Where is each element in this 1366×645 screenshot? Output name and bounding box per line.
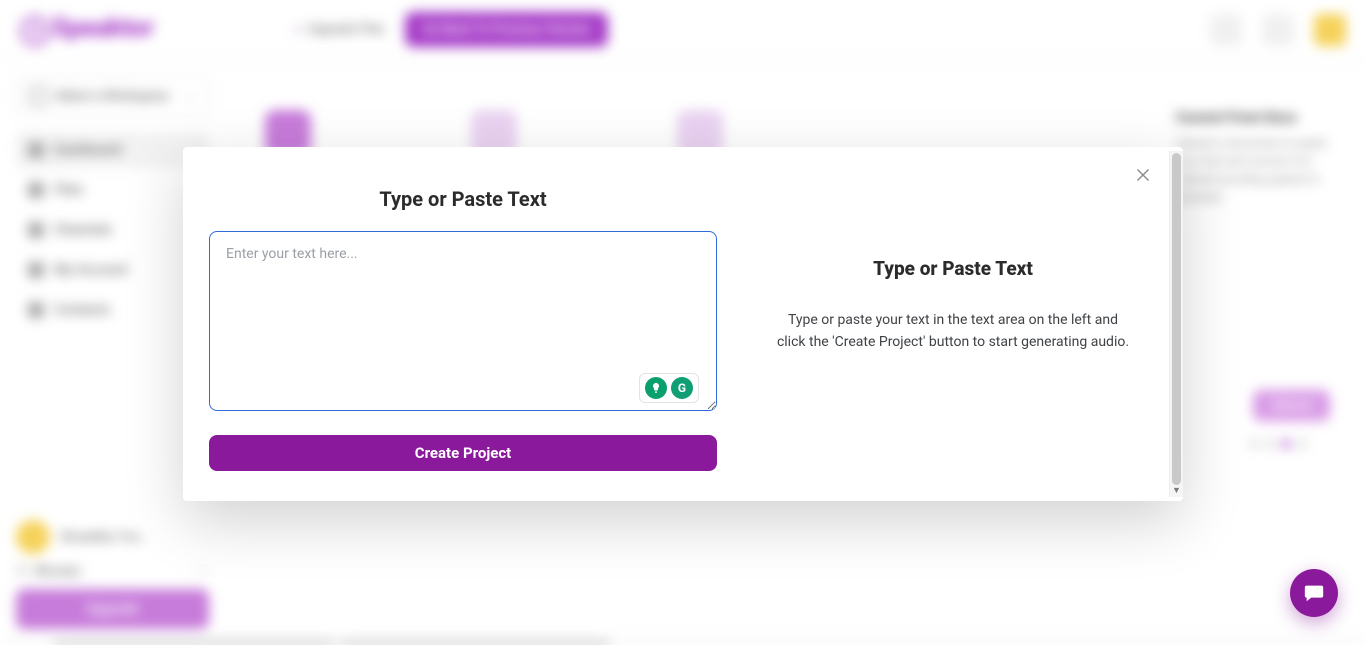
chat-fab[interactable] xyxy=(1290,569,1338,617)
modal-title: Type or Paste Text xyxy=(209,187,717,211)
close-icon[interactable] xyxy=(1133,165,1153,185)
modal-info-title: Type or Paste Text xyxy=(773,257,1133,280)
scrollbar-thumb[interactable] xyxy=(1172,153,1181,485)
modal-overlay: Type or Paste Text G Create Project Type… xyxy=(0,0,1366,645)
extension-badges: G xyxy=(639,373,699,403)
scroll-down-icon[interactable]: ▼ xyxy=(1170,483,1183,497)
create-project-button[interactable]: Create Project xyxy=(209,435,717,471)
modal-scrollbar[interactable]: ▼ xyxy=(1169,151,1183,497)
grammarly-icon[interactable]: G xyxy=(671,377,693,399)
chat-icon xyxy=(1303,582,1325,604)
modal-right-pane: Type or Paste Text Type or paste your te… xyxy=(743,147,1183,501)
type-paste-modal: Type or Paste Text G Create Project Type… xyxy=(183,147,1183,501)
hint-icon[interactable] xyxy=(645,377,667,399)
modal-info-desc: Type or paste your text in the text area… xyxy=(773,310,1133,353)
modal-left-pane: Type or Paste Text G Create Project xyxy=(183,147,743,501)
